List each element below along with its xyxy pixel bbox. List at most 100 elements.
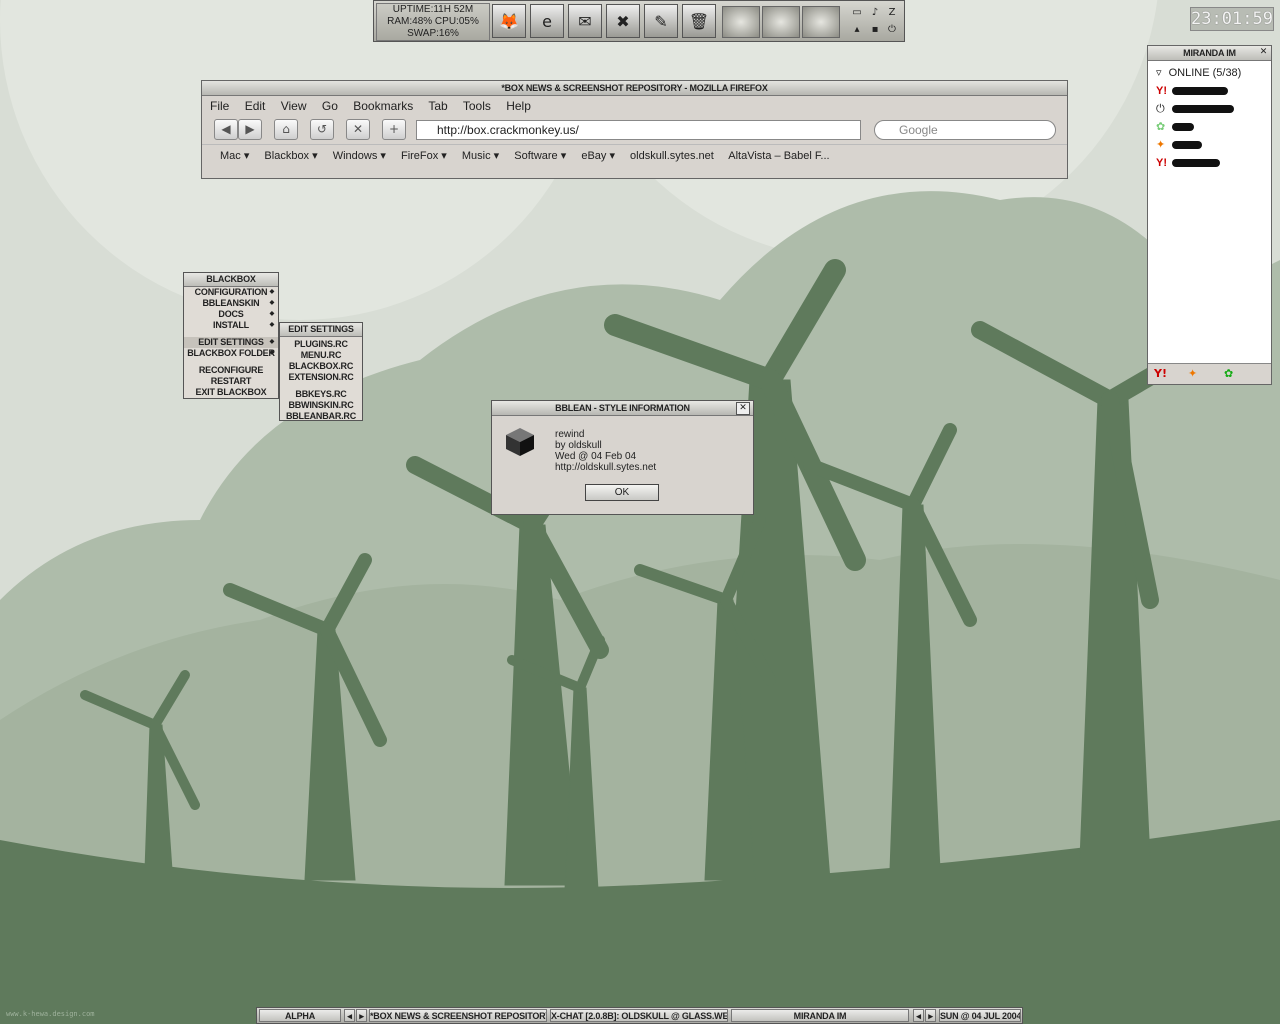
style-name: rewind	[555, 429, 585, 440]
menu-item-exit-blackbox[interactable]: EXIT BLACKBOX	[184, 387, 278, 398]
prev-task-button[interactable]: ◂	[913, 1009, 924, 1022]
bookmark-oldskull[interactable]: oldskull.sytes.net	[630, 150, 714, 162]
search-input[interactable]: Google	[874, 120, 1056, 140]
menu-help[interactable]: Help	[506, 99, 531, 113]
menu-item-bbwinskin-rc[interactable]: BBWINSKIN.RC	[280, 400, 362, 411]
recycle-bin-icon[interactable]: 🗑	[682, 4, 716, 38]
style-cube-icon	[506, 428, 534, 456]
menu-bar: File Edit View Go Bookmarks Tab Tools He…	[202, 96, 1067, 116]
contact-group[interactable]: ▿ ONLINE (5/38)	[1148, 64, 1271, 82]
messenger-launcher-icon[interactable]: ✉	[568, 4, 602, 38]
menu-item-blackbox-folder[interactable]: BLACKBOX FOLDER ◆	[184, 348, 278, 359]
submenu-title: EDIT SETTINGS	[280, 323, 362, 337]
mail-launcher-icon[interactable]: ✎	[644, 4, 678, 38]
prev-workspace-button[interactable]: ◂	[344, 1009, 355, 1022]
stop-button[interactable]: ✕	[346, 119, 370, 140]
submenu-arrow-icon: ◆	[269, 289, 275, 295]
reload-button[interactable]: ↺	[310, 119, 334, 140]
bookmark-music[interactable]: Music ▾	[462, 150, 499, 162]
next-workspace-button[interactable]: ▸	[356, 1009, 367, 1022]
zonealarm-icon[interactable]: Z	[885, 6, 899, 20]
bookmark-altavista[interactable]: AltaVista – Babel F...	[728, 150, 829, 162]
menu-item-reconfigure[interactable]: RECONFIGURE	[184, 365, 278, 376]
ram-cpu-text: RAM:48% CPU:05%	[387, 16, 479, 27]
menu-item-bbkeys-rc[interactable]: BBKEYS.RC	[280, 389, 362, 400]
internet-explorer-icon[interactable]: e	[530, 4, 564, 38]
contact-item[interactable]: ✿	[1148, 118, 1271, 136]
power-icon[interactable]: ⏻	[885, 23, 899, 37]
menu-item-label: BLACKBOX FOLDER	[187, 348, 275, 358]
close-icon[interactable]: ✕	[736, 402, 750, 415]
msn-status-icon[interactable]: ✦	[1188, 367, 1197, 380]
menu-item-restart[interactable]: RESTART	[184, 376, 278, 387]
menu-go[interactable]: Go	[322, 99, 338, 113]
menu-view[interactable]: View	[281, 99, 307, 113]
menu-bookmarks[interactable]: Bookmarks	[353, 99, 413, 113]
submenu-arrow-icon: ◆	[269, 322, 275, 328]
new-tab-button[interactable]: +	[382, 119, 406, 140]
icq-icon: ✿	[1156, 121, 1166, 133]
menu-item-bbleanskin[interactable]: BBLEANSKIN ◆	[184, 298, 278, 309]
menu-file[interactable]: File	[210, 99, 229, 113]
workspace-pager-1[interactable]	[722, 6, 760, 38]
chat-launcher-icon[interactable]: ✖	[606, 4, 640, 38]
menu-item-menu-rc[interactable]: MENU.RC	[280, 350, 362, 361]
menu-item-label: CONFIGURATION	[194, 287, 268, 297]
volume-icon[interactable]: ♪	[868, 6, 882, 20]
bottom-taskbar: ALPHA ◂ ▸ *BOX NEWS & SCREENSHOT REPOSIT…	[256, 1007, 1023, 1024]
next-task-button[interactable]: ▸	[925, 1009, 936, 1022]
ok-button[interactable]: OK	[585, 484, 659, 501]
yahoo-icon: Y!	[1156, 85, 1167, 97]
menu-item-bbleanbar-rc[interactable]: BBLEANBAR.RC	[280, 411, 362, 422]
bookmark-ebay[interactable]: eBay ▾	[581, 150, 615, 162]
desktop-clock: 23:01:59	[1190, 7, 1274, 31]
menu-item-docs[interactable]: DOCS ◆	[184, 309, 278, 320]
forward-button[interactable]: ▶	[238, 119, 262, 140]
menu-item-install[interactable]: INSTALL ◆	[184, 320, 278, 331]
bookmark-software[interactable]: Software ▾	[514, 150, 566, 162]
menu-tools[interactable]: Tools	[463, 99, 491, 113]
menu-item-extension-rc[interactable]: EXTENSION.RC	[280, 372, 362, 383]
icq-status-icon[interactable]: ✿	[1224, 367, 1233, 380]
back-button[interactable]: ◀	[214, 119, 238, 140]
contact-item[interactable]: ✦	[1148, 136, 1271, 154]
menu-item-edit-settings[interactable]: EDIT SETTINGS ◆	[184, 337, 278, 348]
menu-item-blackbox-rc[interactable]: BLACKBOX.RC	[280, 361, 362, 372]
yahoo-icon: Y!	[1156, 157, 1167, 169]
menu-item-label: DOCS	[218, 309, 244, 319]
menu-edit[interactable]: Edit	[245, 99, 266, 113]
contact-item[interactable]: Y!	[1148, 82, 1271, 100]
yahoo-status-icon[interactable]: Y!	[1154, 367, 1167, 380]
firefox-launcher-icon[interactable]: 🦊	[492, 4, 526, 38]
contact-item[interactable]: ⏻	[1148, 100, 1271, 118]
task-xchat[interactable]: X-CHAT [2.0.8B]: OLDSKULL @ GLASS.WEBCH.…	[550, 1009, 728, 1022]
style-information-dialog: BBLEAN - STYLE INFORMATION ✕ rewind by o…	[491, 400, 754, 515]
workspace-pager-2[interactable]	[762, 6, 800, 38]
window-title[interactable]: MIRANDA IM	[1148, 46, 1271, 61]
expand-icon: ▿	[1156, 67, 1162, 79]
dialog-title[interactable]: BBLEAN - STYLE INFORMATION	[492, 401, 753, 416]
bookmark-windows[interactable]: Windows ▾	[333, 150, 386, 162]
task-firefox[interactable]: *BOX NEWS & SCREENSHOT REPOSITORY - M...	[369, 1009, 547, 1022]
workspace-pager-3[interactable]	[802, 6, 840, 38]
close-icon[interactable]: ✕	[1258, 47, 1269, 58]
menu-item-configuration[interactable]: CONFIGURATION ◆	[184, 287, 278, 298]
network-icon[interactable]: ▪	[868, 23, 882, 37]
bookmarks-toolbar: Mac ▾ Blackbox ▾ Windows ▾ FireFox ▾ Mus…	[202, 144, 1067, 167]
top-toolbar: UPTIME:11H 52M RAM:48% CPU:05% SWAP:16% …	[373, 0, 905, 42]
url-input[interactable]: http://box.crackmonkey.us/	[416, 120, 861, 140]
task-miranda[interactable]: MIRANDA IM	[731, 1009, 909, 1022]
menu-tab[interactable]: Tab	[428, 99, 447, 113]
bookmark-blackbox[interactable]: Blackbox ▾	[264, 150, 317, 162]
monitor-icon[interactable]: ▭	[850, 6, 864, 20]
ati-icon[interactable]: ▴	[850, 23, 864, 37]
home-button[interactable]: ⌂	[274, 119, 298, 140]
window-title[interactable]: *BOX NEWS & SCREENSHOT REPOSITORY - MOZI…	[202, 81, 1067, 96]
redacted-contact-name	[1172, 123, 1194, 131]
menu-item-plugins-rc[interactable]: PLUGINS.RC	[280, 339, 362, 350]
contact-item[interactable]: Y!	[1148, 154, 1271, 172]
workspace-label[interactable]: ALPHA	[259, 1009, 341, 1022]
redacted-contact-name	[1172, 141, 1202, 149]
bookmark-firefox[interactable]: FireFox ▾	[401, 150, 447, 162]
bookmark-mac[interactable]: Mac ▾	[220, 150, 249, 162]
